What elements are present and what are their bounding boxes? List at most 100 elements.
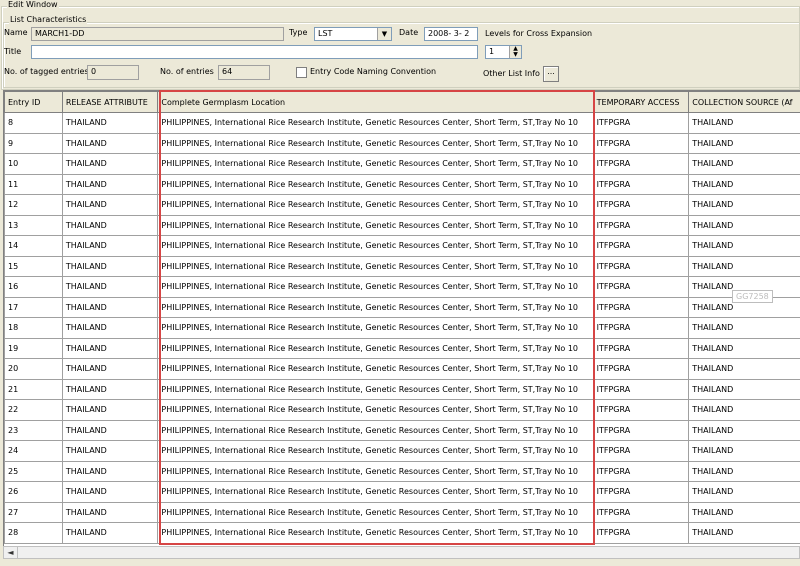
table-cell[interactable]: PHILIPPINES, International Rice Research… [157,440,594,462]
table-cell[interactable]: THAILAND [61,276,159,298]
table-cell[interactable]: 27 [4,501,63,523]
table-cell[interactable]: PHILIPPINES, International Rice Research… [157,296,594,318]
table-cell[interactable]: PHILIPPINES, International Rice Research… [157,358,594,380]
table-cell[interactable]: PHILIPPINES, International Rice Research… [157,153,594,175]
table-cell[interactable]: PHILIPPINES, International Rice Research… [157,337,594,359]
table-cell[interactable]: THAILAND [688,378,800,400]
table-cell[interactable]: THAILAND [61,419,159,441]
table-cell[interactable]: 26 [4,481,63,503]
table-cell[interactable]: THAILAND [61,399,159,421]
table-cell[interactable]: PHILIPPINES, International Rice Research… [157,399,594,421]
table-cell[interactable]: 21 [4,378,63,400]
table-cell[interactable]: PHILIPPINES, International Rice Research… [157,378,594,400]
table-cell[interactable]: THAILAND [688,235,800,257]
table-cell[interactable]: THAILAND [61,214,159,236]
table-cell[interactable]: THAILAND [688,173,800,195]
table-row[interactable]: 20 THAILAND PHILIPPINES, International Ric… [4,358,800,380]
table-cell[interactable]: 8 [4,112,63,134]
table-cell[interactable]: THAILAND [61,358,159,380]
table-cell[interactable]: THAILAND [61,112,159,134]
table-cell[interactable]: ITFPGRA [592,378,690,400]
table-cell[interactable]: THAILAND [688,255,800,277]
table-cell[interactable]: THAILAND [61,296,159,318]
table-row[interactable]: 14 THAILAND PHILIPPINES, International Ric… [4,235,800,257]
table-cell[interactable]: THAILAND [688,460,800,482]
table-row[interactable]: 18 THAILAND PHILIPPINES, International Ric… [4,317,800,339]
table-cell[interactable]: ITFPGRA [592,296,690,318]
table-cell[interactable]: PHILIPPINES, International Rice Research… [157,522,594,544]
scroll-left-arrow-icon[interactable]: ◄ [4,547,18,558]
levels-spinner[interactable]: 1 ▲ ▼ [485,45,522,59]
table-cell[interactable]: THAILAND [61,460,159,482]
table-row[interactable]: 12 THAILAND PHILIPPINES, International Ric… [4,194,800,216]
table-cell[interactable]: ITFPGRA [592,501,690,523]
table-cell[interactable]: PHILIPPINES, International Rice Research… [157,481,594,503]
table-cell[interactable]: THAILAND [688,112,800,134]
table-row[interactable]: 15 THAILAND PHILIPPINES, International Ric… [4,255,800,277]
table-cell[interactable]: THAILAND [61,235,159,257]
table-cell[interactable]: ITFPGRA [592,235,690,257]
table-cell[interactable]: THAILAND [61,194,159,216]
table-cell[interactable]: ITFPGRA [592,481,690,503]
table-cell[interactable]: ITFPGRA [592,255,690,277]
table-cell[interactable]: ITFPGRA [592,132,690,154]
table-cell[interactable]: THAILAND [688,337,800,359]
table-cell[interactable]: THAILAND [61,440,159,462]
table-cell[interactable]: 13 [4,214,63,236]
column-header[interactable]: TEMPORARY ACCESS [592,91,690,113]
table-row[interactable]: 13 THAILAND PHILIPPINES, International Ric… [4,214,800,236]
table-cell[interactable]: PHILIPPINES, International Rice Research… [157,501,594,523]
table-cell[interactable]: ITFPGRA [592,337,690,359]
table-cell[interactable]: THAILAND [688,440,800,462]
table-cell[interactable]: ITFPGRA [592,440,690,462]
horizontal-scrollbar[interactable]: ◄ [3,546,800,559]
table-cell[interactable]: ITFPGRA [592,214,690,236]
other-list-info-button[interactable]: ... [543,66,559,82]
date-field[interactable]: 2008- 3- 2 [424,27,478,41]
table-cell[interactable]: THAILAND [61,378,159,400]
table-cell[interactable]: ITFPGRA [592,522,690,544]
table-cell[interactable]: 20 [4,358,63,380]
table-cell[interactable]: THAILAND [61,132,159,154]
table-cell[interactable]: ITFPGRA [592,153,690,175]
type-select[interactable]: LST ▼ [314,27,392,41]
table-row[interactable]: 28 THAILAND PHILIPPINES, International Ric… [4,522,800,544]
table-cell[interactable]: THAILAND [688,132,800,154]
table-cell[interactable]: PHILIPPINES, International Rice Research… [157,255,594,277]
naming-convention-checkbox[interactable] [296,67,307,78]
table-cell[interactable]: 18 [4,317,63,339]
table-cell[interactable]: PHILIPPINES, International Rice Research… [157,235,594,257]
table-row[interactable]: 24 THAILAND PHILIPPINES, International Ric… [4,440,800,462]
table-cell[interactable]: 12 [4,194,63,216]
table-row[interactable]: 26 THAILAND PHILIPPINES, International Ric… [4,481,800,503]
entries-table[interactable]: Entry ID RELEASE ATTRIBUTE Complete Germpl… [3,90,800,547]
table-cell[interactable]: THAILAND [688,399,800,421]
table-row[interactable]: 27 THAILAND PHILIPPINES, International Ric… [4,501,800,523]
table-cell[interactable]: 10 [4,153,63,175]
table-cell[interactable]: ITFPGRA [592,276,690,298]
table-row[interactable]: 21 THAILAND PHILIPPINES, International Ric… [4,378,800,400]
chevron-down-icon[interactable]: ▼ [377,28,391,40]
table-cell[interactable]: THAILAND [688,214,800,236]
table-cell[interactable]: ITFPGRA [592,419,690,441]
table-cell[interactable]: 25 [4,460,63,482]
table-cell[interactable]: ITFPGRA [592,460,690,482]
table-cell[interactable]: PHILIPPINES, International Rice Research… [157,419,594,441]
column-header[interactable]: RELEASE ATTRIBUTE [61,91,159,113]
table-cell[interactable]: 9 [4,132,63,154]
table-cell[interactable]: 28 [4,522,63,544]
table-cell[interactable]: ITFPGRA [592,173,690,195]
table-cell[interactable]: THAILAND [61,481,159,503]
table-cell[interactable]: ITFPGRA [592,358,690,380]
table-row[interactable]: 17 THAILAND PHILIPPINES, International Ric… [4,296,800,318]
table-cell[interactable]: PHILIPPINES, International Rice Research… [157,173,594,195]
table-cell[interactable]: 14 [4,235,63,257]
spinner-arrows-icon[interactable]: ▲ ▼ [509,46,521,58]
table-cell[interactable]: 17 [4,296,63,318]
table-cell[interactable]: PHILIPPINES, International Rice Research… [157,112,594,134]
table-row[interactable]: 8 THAILAND PHILIPPINES, International Rice… [4,112,800,134]
table-cell[interactable]: 24 [4,440,63,462]
table-cell[interactable]: PHILIPPINES, International Rice Research… [157,214,594,236]
table-cell[interactable]: THAILAND [61,153,159,175]
table-cell[interactable]: THAILAND [688,501,800,523]
